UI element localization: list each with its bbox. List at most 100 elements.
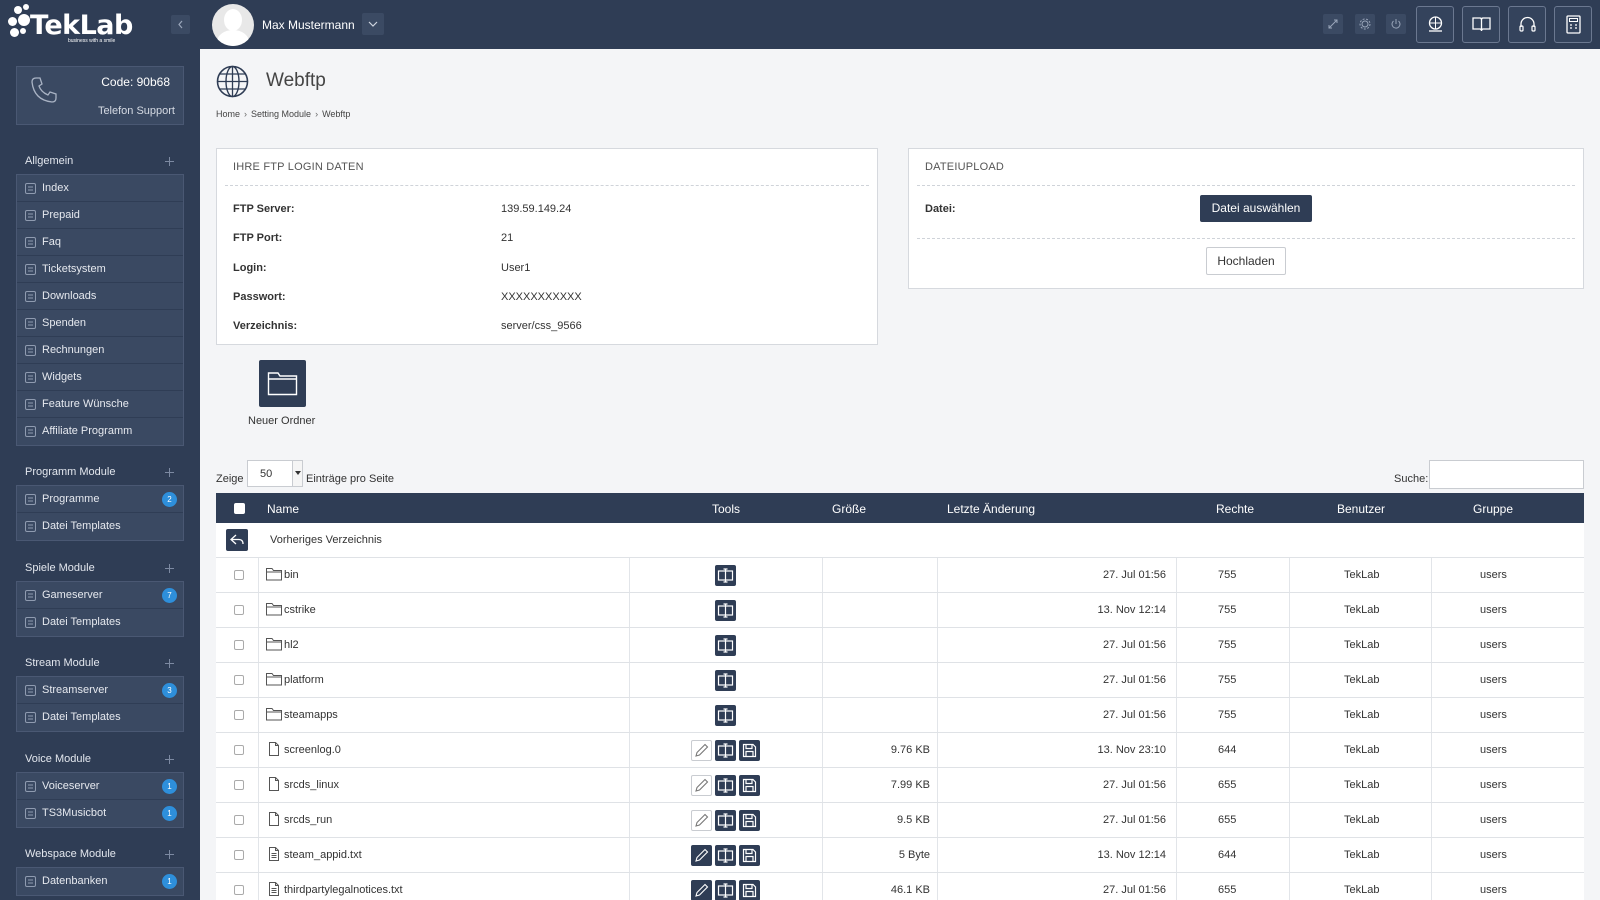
back-button[interactable] (226, 529, 248, 551)
sidebar-item[interactable]: Datenbanken 1 (17, 868, 183, 895)
file-name[interactable]: thirdpartylegalnotices.txt (284, 884, 403, 896)
rename-button[interactable] (715, 635, 736, 656)
rename-button[interactable] (715, 880, 736, 900)
sidebar-item[interactable]: Prepaid (17, 202, 183, 229)
sidebar-item[interactable]: Datei Templates (17, 513, 183, 540)
rename-button[interactable] (715, 845, 736, 866)
row-checkbox[interactable] (234, 570, 244, 580)
file-name[interactable]: platform (284, 674, 324, 686)
rename-button[interactable] (715, 775, 736, 796)
table-row[interactable]: hl2 27. Jul 01:56 755 TekLab users (216, 628, 1584, 663)
rename-button[interactable] (715, 705, 736, 726)
file-name[interactable]: hl2 (284, 639, 299, 651)
edit-button[interactable] (691, 740, 712, 761)
row-checkbox[interactable] (234, 605, 244, 615)
table-row[interactable]: platform 27. Jul 01:56 755 TekLab users (216, 663, 1584, 698)
file-name[interactable]: steam_appid.txt (284, 849, 362, 861)
parent-directory-row[interactable]: Vorheriges Verzeichnis (216, 523, 1584, 558)
rename-button[interactable] (715, 810, 736, 831)
documentation-button[interactable] (1462, 6, 1500, 43)
sidebar-item[interactable]: Index (17, 175, 183, 202)
table-row[interactable]: bin 27. Jul 01:56 755 TekLab users (216, 558, 1584, 593)
rename-button[interactable] (715, 670, 736, 691)
sidebar-item[interactable]: Ticketsystem (17, 256, 183, 283)
table-row[interactable]: thirdpartylegalnotices.txt 46.1 KB 27. Jul… (216, 873, 1584, 900)
table-row[interactable]: steamapps 27. Jul 01:56 755 TekLab users (216, 698, 1584, 733)
rename-button[interactable] (715, 600, 736, 621)
sidebar-collapse-button[interactable] (171, 15, 190, 34)
power-button[interactable] (1386, 14, 1406, 34)
table-row[interactable]: cstrike 13. Nov 12:14 755 TekLab users (216, 593, 1584, 628)
section-toggle-plus-icon[interactable] (165, 755, 174, 764)
sidebar-item[interactable]: Rechnungen (17, 337, 183, 364)
sidebar-item[interactable]: Faq (17, 229, 183, 256)
column-user[interactable]: Benutzer (1337, 502, 1385, 516)
row-checkbox[interactable] (234, 850, 244, 860)
breadcrumb-setting-module[interactable]: Setting Module (251, 109, 311, 119)
edit-button[interactable] (691, 810, 712, 831)
column-size[interactable]: Größe (832, 502, 866, 516)
section-toggle-plus-icon[interactable] (165, 850, 174, 859)
sidebar-item[interactable]: Spenden (17, 310, 183, 337)
upload-button[interactable]: Hochladen (1206, 247, 1286, 275)
section-toggle-plus-icon[interactable] (165, 468, 174, 477)
file-name[interactable]: bin (284, 569, 299, 581)
download-button[interactable] (739, 810, 760, 831)
edit-button[interactable] (691, 880, 712, 900)
sidebar-item[interactable]: Downloads (17, 283, 183, 310)
file-name[interactable]: srcds_run (284, 814, 332, 826)
row-checkbox[interactable] (234, 675, 244, 685)
file-name[interactable]: cstrike (284, 604, 316, 616)
sidebar-item[interactable]: Widgets (17, 364, 183, 391)
row-checkbox[interactable] (234, 710, 244, 720)
section-toggle-plus-icon[interactable] (165, 157, 174, 166)
row-checkbox[interactable] (234, 815, 244, 825)
download-button[interactable] (739, 880, 760, 900)
breadcrumb-home[interactable]: Home (216, 109, 240, 119)
new-folder-button[interactable] (259, 360, 306, 407)
fullscreen-button[interactable] (1323, 14, 1343, 34)
sidebar-item[interactable]: Gameserver 7 (17, 582, 183, 609)
rename-button[interactable] (715, 740, 736, 761)
world-button[interactable] (1416, 6, 1454, 43)
row-checkbox[interactable] (234, 885, 244, 895)
table-row[interactable]: screenlog.0 9.76 KB 13. Nov 23:10 644 TekLab… (216, 733, 1584, 768)
table-row[interactable]: srcds_linux 7.99 KB 27. Jul 01:56 655 TekLab… (216, 768, 1584, 803)
edit-button[interactable] (691, 775, 712, 796)
sidebar-item[interactable]: Voiceserver 1 (17, 773, 183, 800)
search-input[interactable] (1429, 460, 1584, 489)
row-checkbox[interactable] (234, 745, 244, 755)
phone-support-box[interactable]: Code: 90b68 Telefon Support (16, 66, 184, 125)
column-permissions[interactable]: Rechte (1216, 502, 1254, 516)
sidebar-item[interactable]: TS3Musicbot 1 (17, 800, 183, 827)
sidebar-item[interactable]: Datei Templates (17, 609, 183, 636)
teklab-logo[interactable]: TekLab business with a smile (8, 4, 133, 46)
section-toggle-plus-icon[interactable] (165, 564, 174, 573)
column-group[interactable]: Gruppe (1473, 502, 1513, 516)
select-all-checkbox[interactable] (234, 503, 245, 514)
sidebar-item[interactable]: Datei Templates (17, 704, 183, 731)
support-headset-button[interactable] (1508, 6, 1546, 43)
page-size-select[interactable]: 50 (247, 460, 303, 487)
avatar[interactable] (212, 4, 254, 46)
user-menu-button[interactable] (362, 13, 384, 35)
file-name[interactable]: srcds_linux (284, 779, 339, 791)
download-button[interactable] (739, 845, 760, 866)
sidebar-item[interactable]: Feature Wünsche (17, 391, 183, 418)
section-toggle-plus-icon[interactable] (165, 659, 174, 668)
download-button[interactable] (739, 740, 760, 761)
row-checkbox[interactable] (234, 640, 244, 650)
column-modified[interactable]: Letzte Änderung (947, 502, 1035, 516)
download-button[interactable] (739, 775, 760, 796)
sidebar-item[interactable]: Programme 2 (17, 486, 183, 513)
table-row[interactable]: srcds_run 9.5 KB 27. Jul 01:56 655 TekLab use… (216, 803, 1584, 838)
choose-file-button[interactable]: Datei auswählen (1200, 195, 1312, 222)
sidebar-item[interactable]: Streamserver 3 (17, 677, 183, 704)
rename-button[interactable] (715, 565, 736, 586)
user-name[interactable]: Max Mustermann (262, 18, 355, 32)
file-name[interactable]: steamapps (284, 709, 338, 721)
edit-button[interactable] (691, 845, 712, 866)
file-name[interactable]: screenlog.0 (284, 744, 341, 756)
row-checkbox[interactable] (234, 780, 244, 790)
settings-button[interactable] (1355, 14, 1375, 34)
